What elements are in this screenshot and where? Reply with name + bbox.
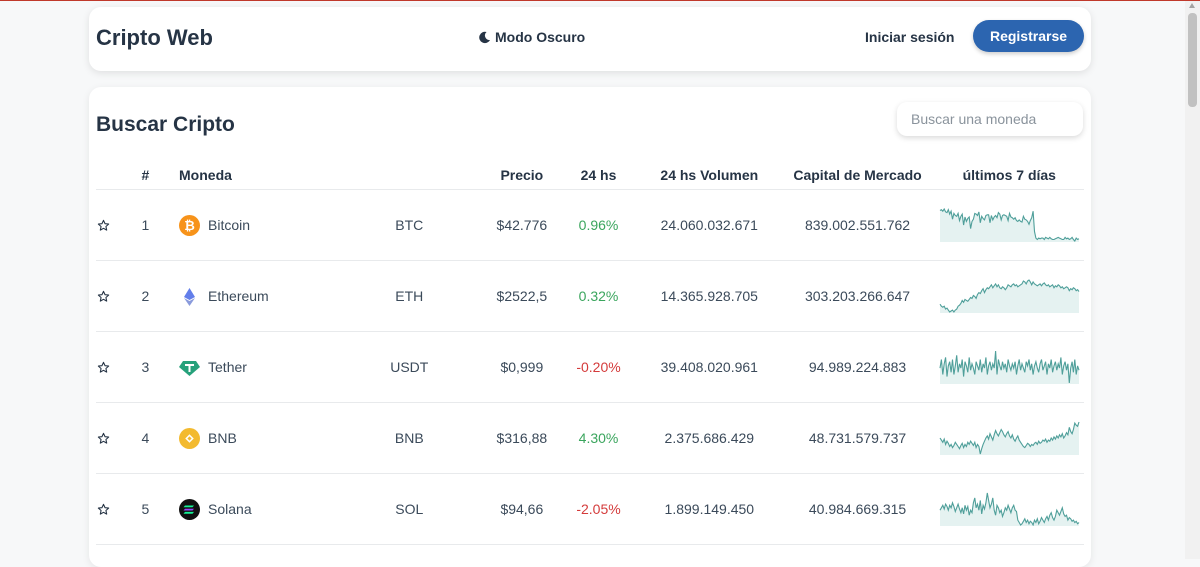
favorite-star-button[interactable] (96, 473, 112, 545)
coin-name: Bitcoin (208, 217, 251, 233)
sparkline-chart (939, 208, 1080, 242)
table-row[interactable]: 5 Solana SOL $94,66 -2.05% 1.899.149.450… (96, 473, 1084, 545)
sparkline-chart (939, 492, 1080, 526)
coin-name: Ethereum (208, 288, 269, 304)
star-icon (98, 503, 110, 515)
change-24h-cell: -2.05% (558, 473, 639, 545)
moon-icon (479, 31, 491, 43)
favorite-star-button[interactable] (96, 402, 112, 474)
table-row[interactable]: 2 Ethereum ETH $2522,5 0.32% 14.365.928.… (96, 260, 1084, 332)
dark-mode-label: Modo Oscuro (495, 29, 586, 45)
star-icon (98, 361, 110, 373)
star-icon (98, 290, 110, 302)
header-rank[interactable]: # (111, 161, 180, 190)
tether-icon (179, 360, 201, 376)
table-row[interactable]: 4 BNB BNB $316,88 4.30% 2.375.686.429 48… (96, 402, 1084, 474)
header-market-cap[interactable]: Capital de Mercado (780, 161, 935, 190)
bnb-icon (179, 427, 201, 449)
sparkline-cell (934, 260, 1084, 332)
coin-cell[interactable]: Tether (179, 331, 334, 403)
volume-cell: 39.408.020.961 (638, 331, 781, 403)
coin-name: Solana (208, 501, 252, 517)
price-cell: $0,999 (484, 331, 559, 403)
header-last-7-days: últimos 7 días (934, 161, 1084, 190)
header-symbol (333, 161, 485, 190)
sparkline-chart (939, 421, 1080, 455)
bitcoin-icon: ₿ (179, 214, 201, 236)
sparkline-cell (934, 331, 1084, 403)
volume-cell: 2.375.686.429 (638, 402, 781, 474)
solana-icon (179, 498, 201, 520)
change-24h-cell: 4.30% (558, 402, 639, 474)
star-icon (98, 219, 110, 231)
market-table: # Moneda Precio 24 hs 24 hs Volumen Capi… (96, 161, 1084, 545)
header-volume-24h[interactable]: 24 hs Volumen (638, 161, 781, 190)
change-24h-cell: 0.96% (558, 189, 639, 261)
change-24h-cell: 0.32% (558, 260, 639, 332)
svg-text:₿: ₿ (184, 218, 195, 233)
market-cap-cell: 303.203.266.647 (780, 260, 935, 332)
rank-cell: 3 (111, 331, 180, 403)
price-cell: $2522,5 (484, 260, 559, 332)
volume-cell: 24.060.032.671 (638, 189, 781, 261)
sparkline-chart (939, 279, 1080, 313)
market-cap-cell: 94.989.224.883 (780, 331, 935, 403)
rank-cell: 2 (111, 260, 180, 332)
rank-cell: 5 (111, 473, 180, 545)
symbol-cell: ETH (333, 260, 485, 332)
volume-cell: 14.365.928.705 (638, 260, 781, 332)
header-coin[interactable]: Moneda (179, 161, 334, 190)
header-price[interactable]: Precio (484, 161, 559, 190)
coin-cell[interactable]: Solana (179, 473, 334, 545)
table-header-row: # Moneda Precio 24 hs 24 hs Volumen Capi… (96, 161, 1084, 190)
market-card: Buscar Cripto # Moneda Precio 24 hs 24 h… (89, 87, 1091, 567)
search-input[interactable] (897, 102, 1083, 136)
header-change-24h[interactable]: 24 hs (558, 161, 639, 190)
page-scrollbar[interactable] (1185, 1, 1200, 559)
volume-cell: 1.899.149.450 (638, 473, 781, 545)
coin-cell[interactable]: BNB (179, 402, 334, 474)
sparkline-cell (934, 473, 1084, 545)
ethereum-icon (184, 287, 196, 306)
change-24h-cell: -0.20% (558, 331, 639, 403)
sparkline-cell (934, 402, 1084, 474)
table-row[interactable]: 1 ₿ Bitcoin BTC $42.776 0.96% 24.060.032… (96, 189, 1084, 261)
favorite-star-button[interactable] (96, 189, 112, 261)
page-title: Buscar Cripto (96, 113, 235, 136)
sparkline-chart (939, 350, 1080, 384)
symbol-cell: BTC (333, 189, 485, 261)
market-cap-cell: 48.731.579.737 (780, 402, 935, 474)
table-row[interactable]: 3 Tether USDT $0,999 -0.20% 39.408.020.9… (96, 331, 1084, 403)
price-cell: $42.776 (484, 189, 559, 261)
coin-name: Tether (208, 359, 247, 375)
favorite-star-button[interactable] (96, 260, 112, 332)
symbol-cell: SOL (333, 473, 485, 545)
scrollbar-thumb[interactable] (1188, 13, 1197, 107)
login-link[interactable]: Iniciar sesión (865, 29, 954, 45)
market-cap-cell: 40.984.669.315 (780, 473, 935, 545)
brand-logo-text[interactable]: Cripto Web (96, 25, 213, 51)
price-cell: $94,66 (484, 473, 559, 545)
coin-name: BNB (208, 430, 237, 446)
market-cap-cell: 839.002.551.762 (780, 189, 935, 261)
coin-cell[interactable]: Ethereum (179, 260, 334, 332)
rank-cell: 4 (111, 402, 180, 474)
rank-cell: 1 (111, 189, 180, 261)
price-cell: $316,88 (484, 402, 559, 474)
favorite-star-button[interactable] (96, 331, 112, 403)
header-favorite (96, 161, 112, 190)
top-navbar: Cripto Web Modo Oscuro Iniciar sesión Re… (89, 7, 1091, 71)
symbol-cell: BNB (333, 402, 485, 474)
symbol-cell: USDT (333, 331, 485, 403)
register-button[interactable]: Registrarse (973, 20, 1084, 52)
scroll-up-arrow-icon[interactable] (1189, 3, 1195, 8)
dark-mode-toggle[interactable]: Modo Oscuro (478, 29, 585, 45)
sparkline-cell (934, 189, 1084, 261)
star-icon (98, 432, 110, 444)
coin-cell[interactable]: ₿ Bitcoin (179, 189, 334, 261)
